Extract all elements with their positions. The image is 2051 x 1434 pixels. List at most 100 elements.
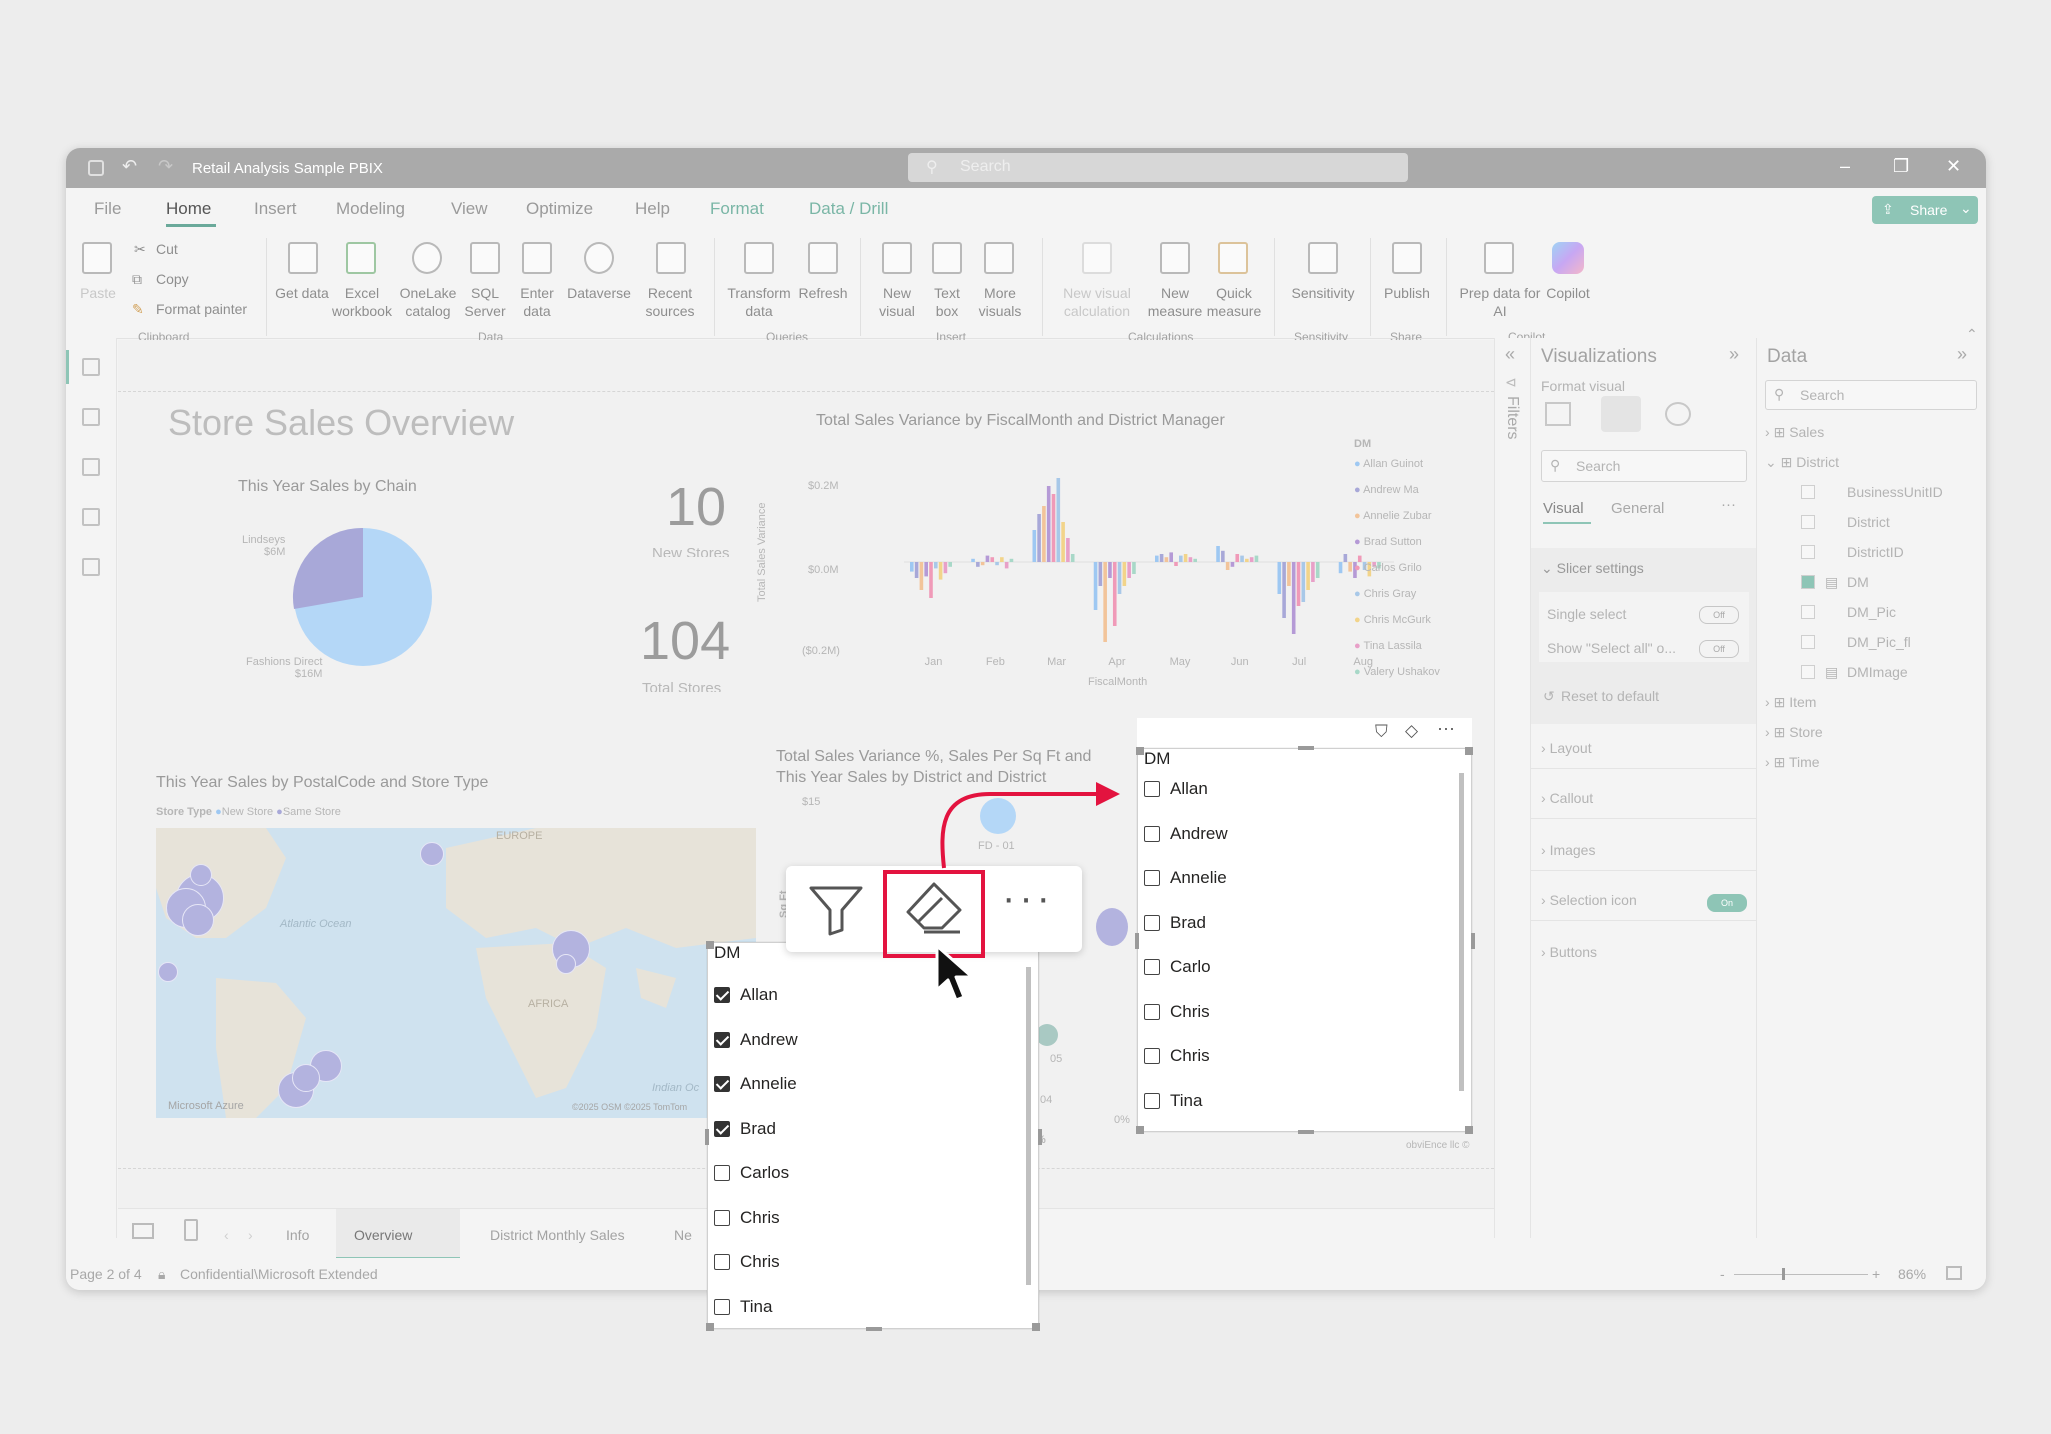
publish-button[interactable]: Publish — [1378, 284, 1436, 302]
resize-handle[interactable] — [1471, 933, 1475, 949]
next-page-icon[interactable]: › — [248, 1227, 253, 1243]
variance-bar[interactable] — [1037, 514, 1041, 562]
checkbox-checked[interactable] — [714, 1076, 730, 1092]
variance-legend-item[interactable]: ● Allan Guinot — [1354, 458, 1423, 470]
map-bubble[interactable] — [292, 1064, 320, 1092]
scatter-point[interactable] — [1036, 1024, 1058, 1046]
variance-bar[interactable] — [1230, 562, 1235, 567]
data-table-node[interactable]: › ⊞ Time — [1765, 754, 1820, 771]
zoom-slider[interactable] — [1734, 1274, 1868, 1275]
variance-legend-item[interactable]: ● Valery Ushakov — [1354, 666, 1440, 678]
table-view-icon[interactable] — [82, 408, 100, 426]
filters-pane[interactable]: « ⊲ Filters — [1494, 338, 1531, 1238]
section-images[interactable]: › Images — [1541, 842, 1595, 858]
slicer-item[interactable]: Annelie — [714, 1072, 974, 1098]
checkbox-unchecked[interactable] — [714, 1209, 730, 1226]
variance-bar[interactable] — [1245, 558, 1249, 562]
variance-bar[interactable] — [1174, 562, 1178, 566]
data-table-node[interactable]: ⌄ ⊞ District — [1765, 454, 1839, 471]
data-table-node[interactable]: › ⊞ Sales — [1765, 424, 1824, 441]
tab-district-monthly-sales[interactable]: District Monthly Sales — [490, 1227, 625, 1243]
scrollbar[interactable] — [1026, 967, 1031, 1285]
scatter-point[interactable] — [1096, 908, 1128, 946]
variance-bar[interactable] — [1093, 562, 1098, 610]
pie-slice-lindseys[interactable] — [292, 527, 363, 609]
slicer-item[interactable]: Chris — [1144, 1000, 1404, 1026]
variance-bar[interactable] — [1066, 538, 1070, 562]
more-visuals-button[interactable]: More visuals — [972, 284, 1028, 320]
slicer-item[interactable]: Annelie — [1144, 866, 1404, 892]
field-checkbox[interactable] — [1801, 485, 1815, 499]
variance-bar[interactable] — [1216, 546, 1220, 562]
variance-bar[interactable] — [1032, 530, 1037, 562]
slicer-item[interactable]: Tina — [1144, 1089, 1404, 1115]
more-options-icon[interactable]: ··· — [1437, 718, 1455, 739]
collapse-data-icon[interactable]: » — [1957, 344, 1967, 365]
model-view-icon[interactable] — [82, 458, 100, 476]
expand-filters-icon[interactable]: « — [1505, 344, 1515, 365]
variance-bar[interactable] — [1343, 554, 1348, 562]
sensitivity-button[interactable]: Sensitivity — [1284, 284, 1362, 302]
save-icon[interactable] — [88, 160, 104, 176]
variance-bar[interactable] — [1277, 562, 1282, 594]
format-painter-button[interactable]: Format painter — [156, 300, 247, 318]
undo-icon[interactable]: ↶ — [122, 156, 137, 177]
get-data-button[interactable]: Get data — [272, 284, 332, 302]
checkbox-checked[interactable] — [714, 987, 730, 1003]
filter-icon[interactable]: ⛉ — [1375, 722, 1388, 742]
redo-icon[interactable]: ↷ — [158, 156, 173, 177]
share-button[interactable]: ⇪ Share ⌄ — [1872, 196, 1978, 224]
variance-bar[interactable] — [1042, 506, 1046, 562]
menu-file[interactable]: File — [94, 199, 121, 219]
resize-handle[interactable] — [705, 1128, 709, 1145]
slicer-item[interactable]: Chris — [1144, 1044, 1404, 1070]
resize-handle[interactable] — [1297, 746, 1314, 750]
variance-bar[interactable] — [948, 562, 952, 567]
variance-bar[interactable] — [1164, 557, 1169, 562]
variance-legend-item[interactable]: ● Annelie Zubar — [1354, 510, 1432, 522]
resize-handle[interactable] — [1135, 933, 1139, 949]
data-table-node[interactable]: › ⊞ Store — [1765, 724, 1823, 741]
collapse-pane-icon[interactable]: » — [1729, 344, 1739, 365]
slicer-item[interactable]: Brad — [714, 1117, 974, 1143]
variance-bar[interactable] — [1348, 562, 1352, 572]
checkbox-unchecked[interactable] — [714, 1298, 730, 1315]
resize-handle[interactable] — [1136, 747, 1144, 755]
slicer-settings-header[interactable]: ⌄ Slicer settings — [1541, 560, 1644, 577]
vis-search-input[interactable]: ⚲ Search — [1541, 450, 1747, 482]
data-search-input[interactable]: ⚲ Search — [1765, 380, 1977, 410]
field-checkbox[interactable] — [1801, 545, 1815, 559]
checkbox-unchecked[interactable] — [1144, 959, 1160, 975]
tab-overview[interactable]: Overview — [354, 1227, 412, 1243]
map-visual[interactable]: Atlantic Ocean EUROPE AFRICA Indian Oc M… — [156, 828, 756, 1118]
menu-view[interactable]: View — [451, 199, 488, 219]
variance-bar[interactable] — [1070, 554, 1075, 562]
slicer-item[interactable]: Carlos — [714, 1161, 974, 1187]
prev-page-icon[interactable]: ‹ — [224, 1227, 229, 1243]
map-bubble[interactable] — [158, 962, 178, 982]
resize-handle[interactable] — [1136, 1126, 1144, 1134]
report-view-icon[interactable] — [82, 358, 100, 376]
recent-sources-button[interactable]: Recent sources — [638, 284, 702, 320]
checkbox-unchecked[interactable] — [714, 1254, 730, 1270]
more-options-icon[interactable]: ··· — [1002, 876, 1054, 921]
select-all-toggle[interactable]: Off — [1699, 640, 1739, 658]
variance-bar[interactable] — [1009, 558, 1014, 562]
variance-bar[interactable] — [971, 558, 975, 562]
fit-to-page-icon[interactable] — [1946, 1266, 1962, 1280]
close-icon[interactable]: ✕ — [1946, 156, 1961, 177]
checkbox-unchecked[interactable] — [1144, 825, 1160, 842]
slicer-item[interactable]: Chris — [714, 1250, 974, 1276]
copilot-button[interactable]: Copilot — [1540, 284, 1596, 302]
slicer-item[interactable]: Chris — [714, 1206, 974, 1232]
section-layout[interactable]: › Layout — [1541, 740, 1592, 756]
checkbox-unchecked[interactable] — [1144, 870, 1160, 886]
field-checkbox[interactable] — [1801, 605, 1815, 619]
menu-format[interactable]: Format — [710, 199, 764, 219]
checkbox-unchecked[interactable] — [1144, 1003, 1160, 1020]
variance-bar[interactable] — [1315, 562, 1320, 578]
variance-legend-item[interactable]: ● Andrew Ma — [1354, 484, 1419, 496]
single-select-toggle[interactable]: Off — [1699, 606, 1739, 624]
resize-handle[interactable] — [706, 941, 714, 949]
dataverse-button[interactable]: Dataverse — [562, 284, 636, 302]
